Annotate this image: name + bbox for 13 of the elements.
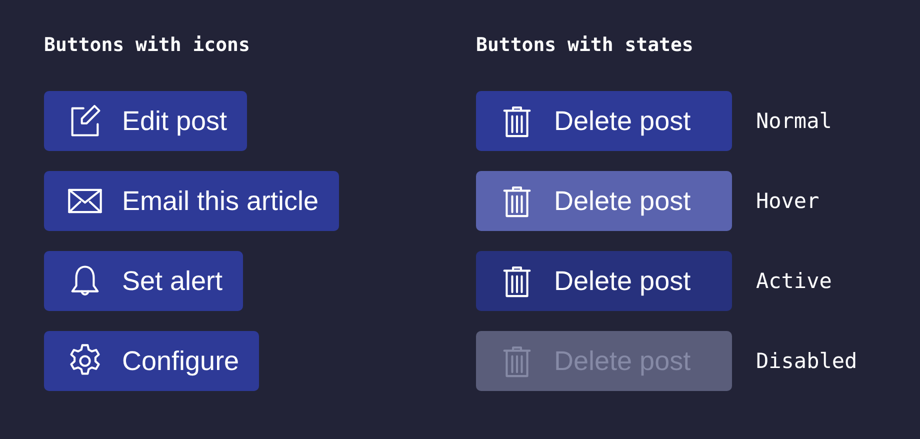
delete-button[interactable]: Delete post [476,91,732,151]
icon-button[interactable]: Email this article [44,171,339,231]
section-heading: Buttons with states [476,33,694,58]
state-label: Disabled [756,349,858,373]
icon-button[interactable]: Edit post [44,91,248,151]
delete-button[interactable]: Delete post [476,251,732,311]
state-label: Hover [756,189,820,213]
delete-button[interactable]: Delete post [476,171,732,231]
section-heading: Buttons with icons [44,33,250,58]
icon-button[interactable]: Set alert [44,251,243,311]
state-label: Active [756,269,832,293]
icon-button[interactable]: Configure [44,331,260,391]
state-label: Normal [756,109,832,133]
